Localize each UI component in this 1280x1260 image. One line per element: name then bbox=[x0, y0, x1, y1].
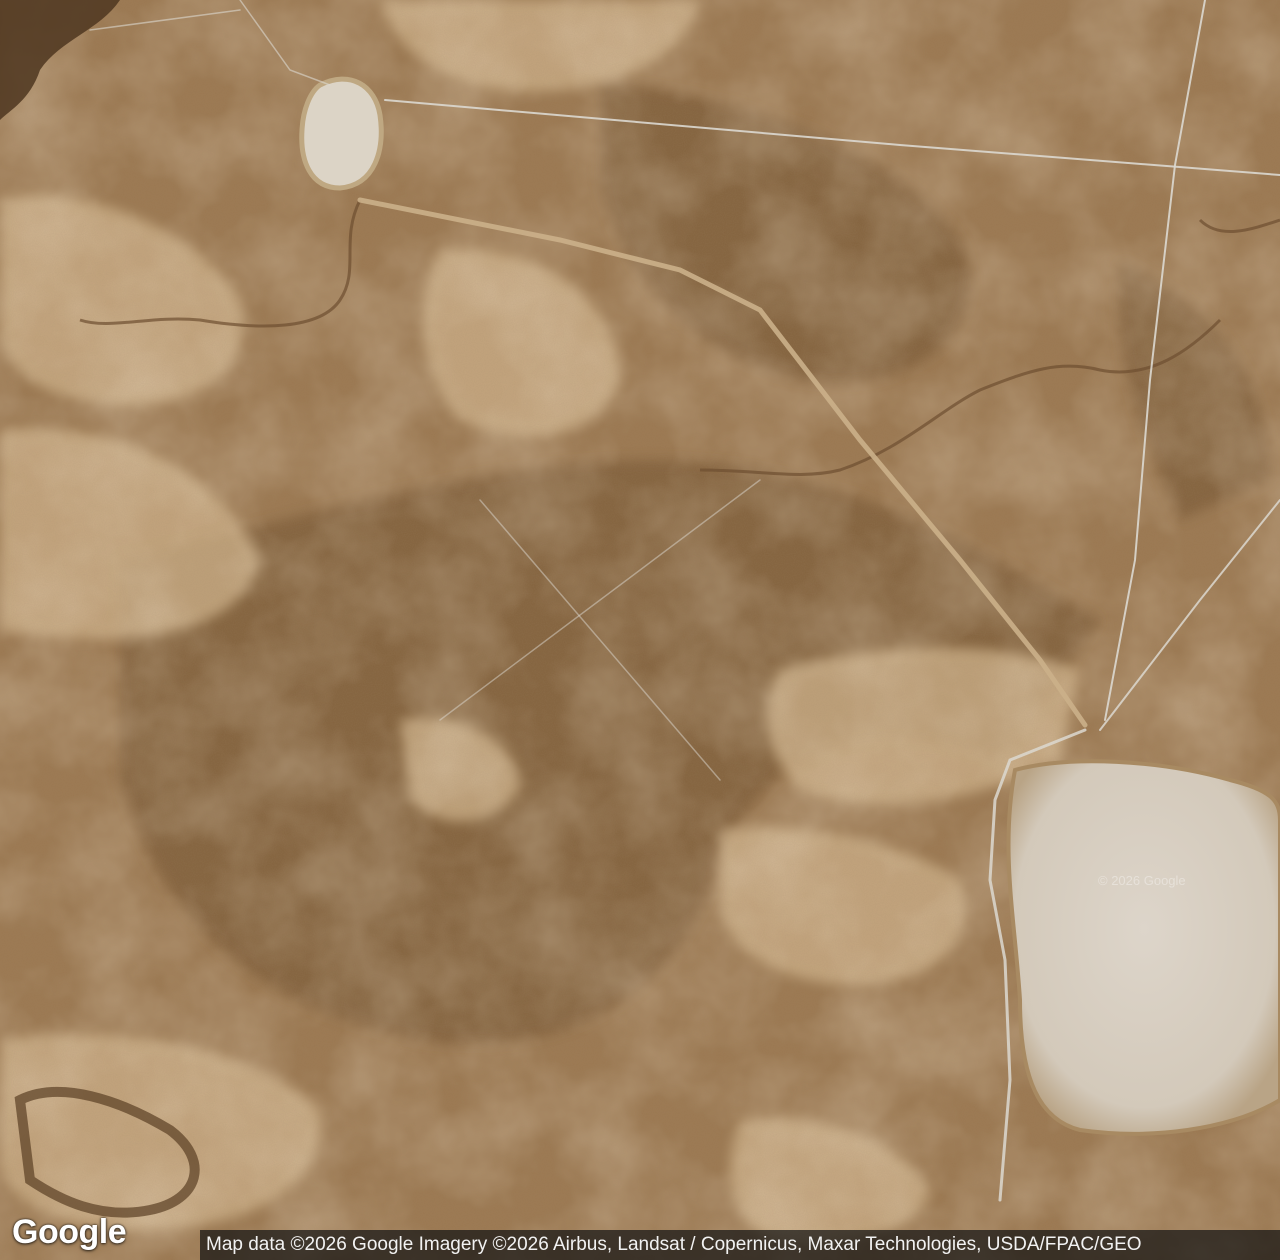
map-watermark: © 2026 Google bbox=[1098, 873, 1186, 888]
google-logo[interactable]: Google bbox=[12, 1213, 127, 1252]
salt-flat bbox=[1006, 759, 1280, 1136]
satellite-map[interactable] bbox=[0, 0, 1280, 1260]
small-pond bbox=[299, 76, 384, 191]
map-attribution[interactable]: Map data ©2026 Google Imagery ©2026 Airb… bbox=[200, 1230, 1280, 1260]
